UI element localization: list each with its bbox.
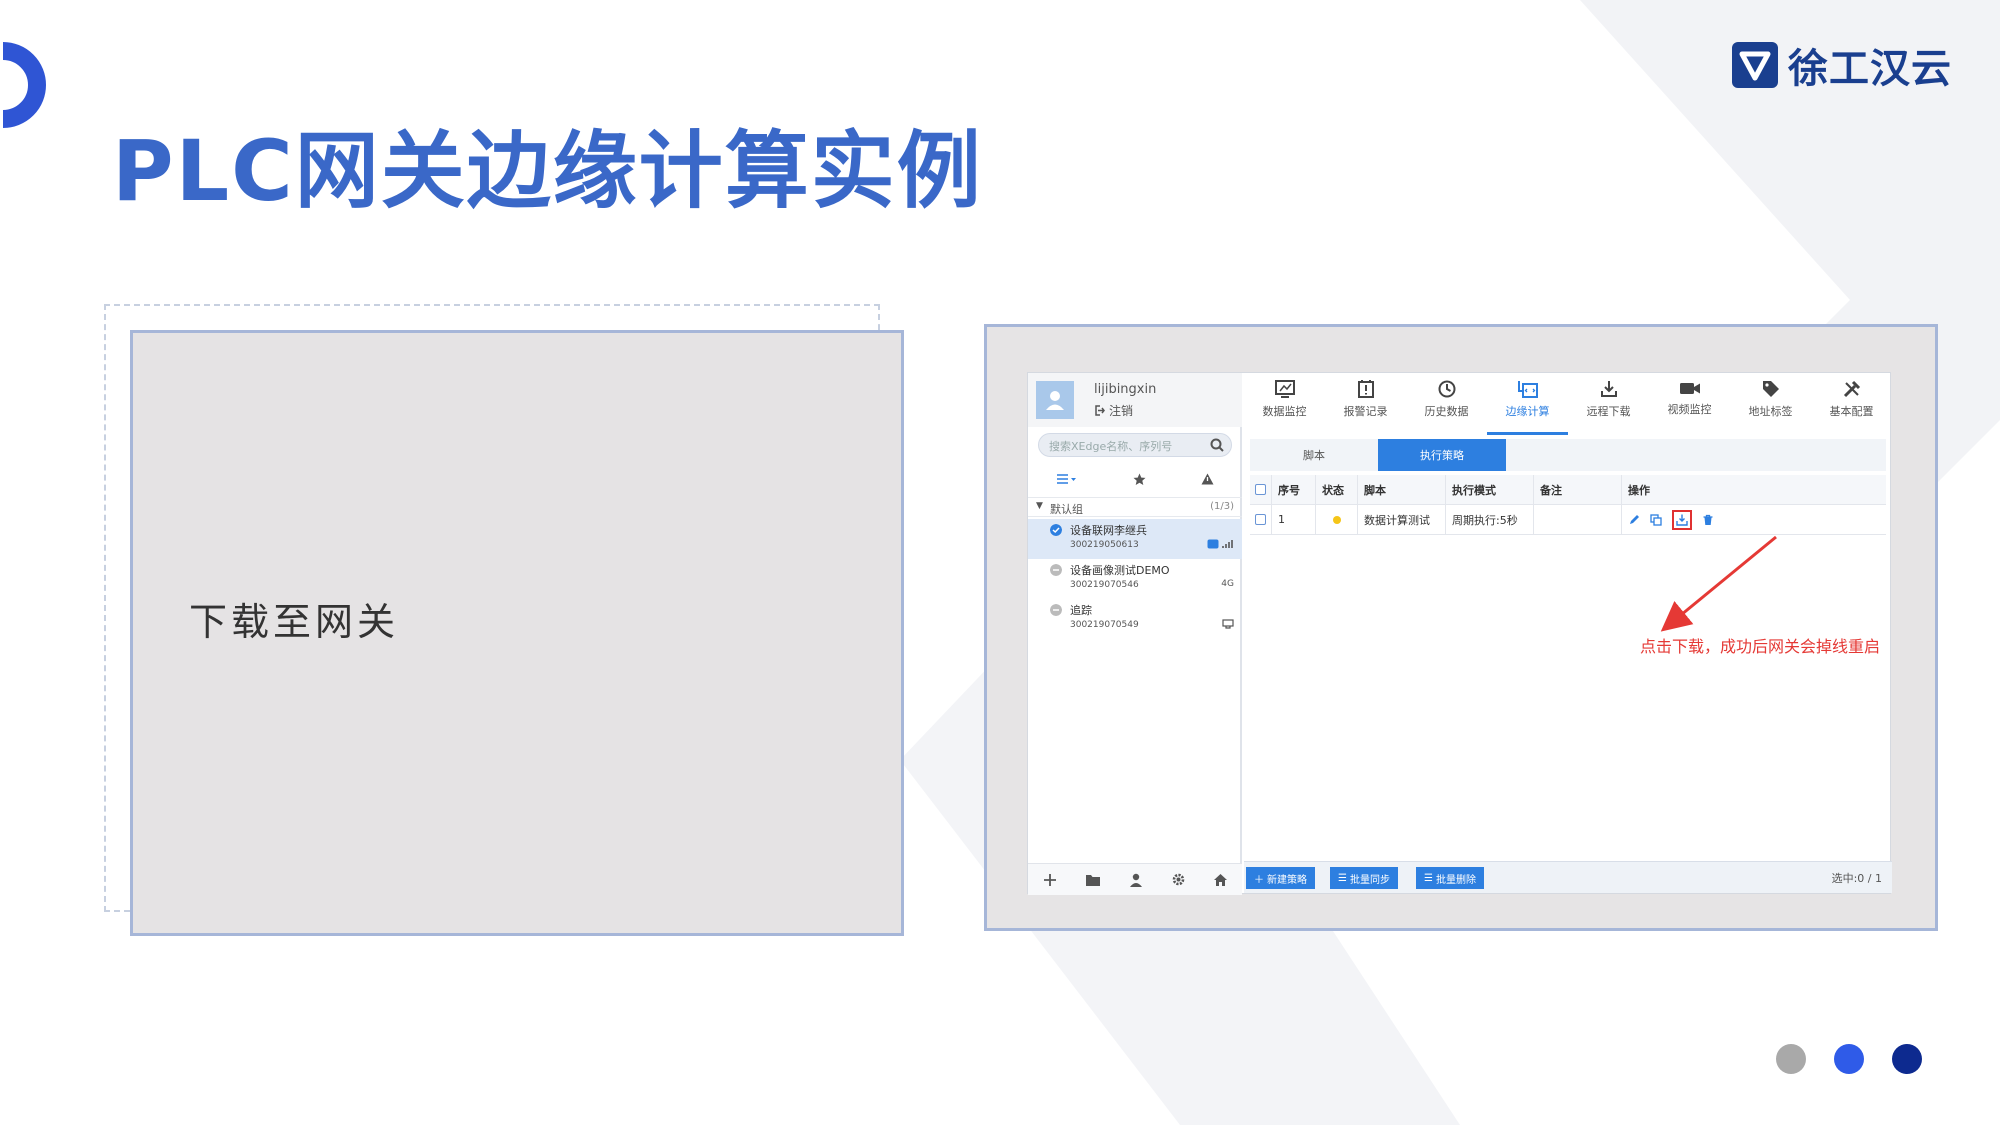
pager-dot	[1776, 1044, 1806, 1074]
annotation-arrow	[1660, 535, 1777, 632]
pager-dot	[1834, 1044, 1864, 1074]
slide-pager	[1776, 1044, 1922, 1074]
slide: 徐工汉云 PLC网关边缘计算实例 下载至网关 lijibingxin 注销 搜索…	[0, 0, 2000, 1125]
pager-dot	[1892, 1044, 1922, 1074]
annotation-note: 点击下载，成功后网关会掉线重启	[1640, 637, 1881, 656]
